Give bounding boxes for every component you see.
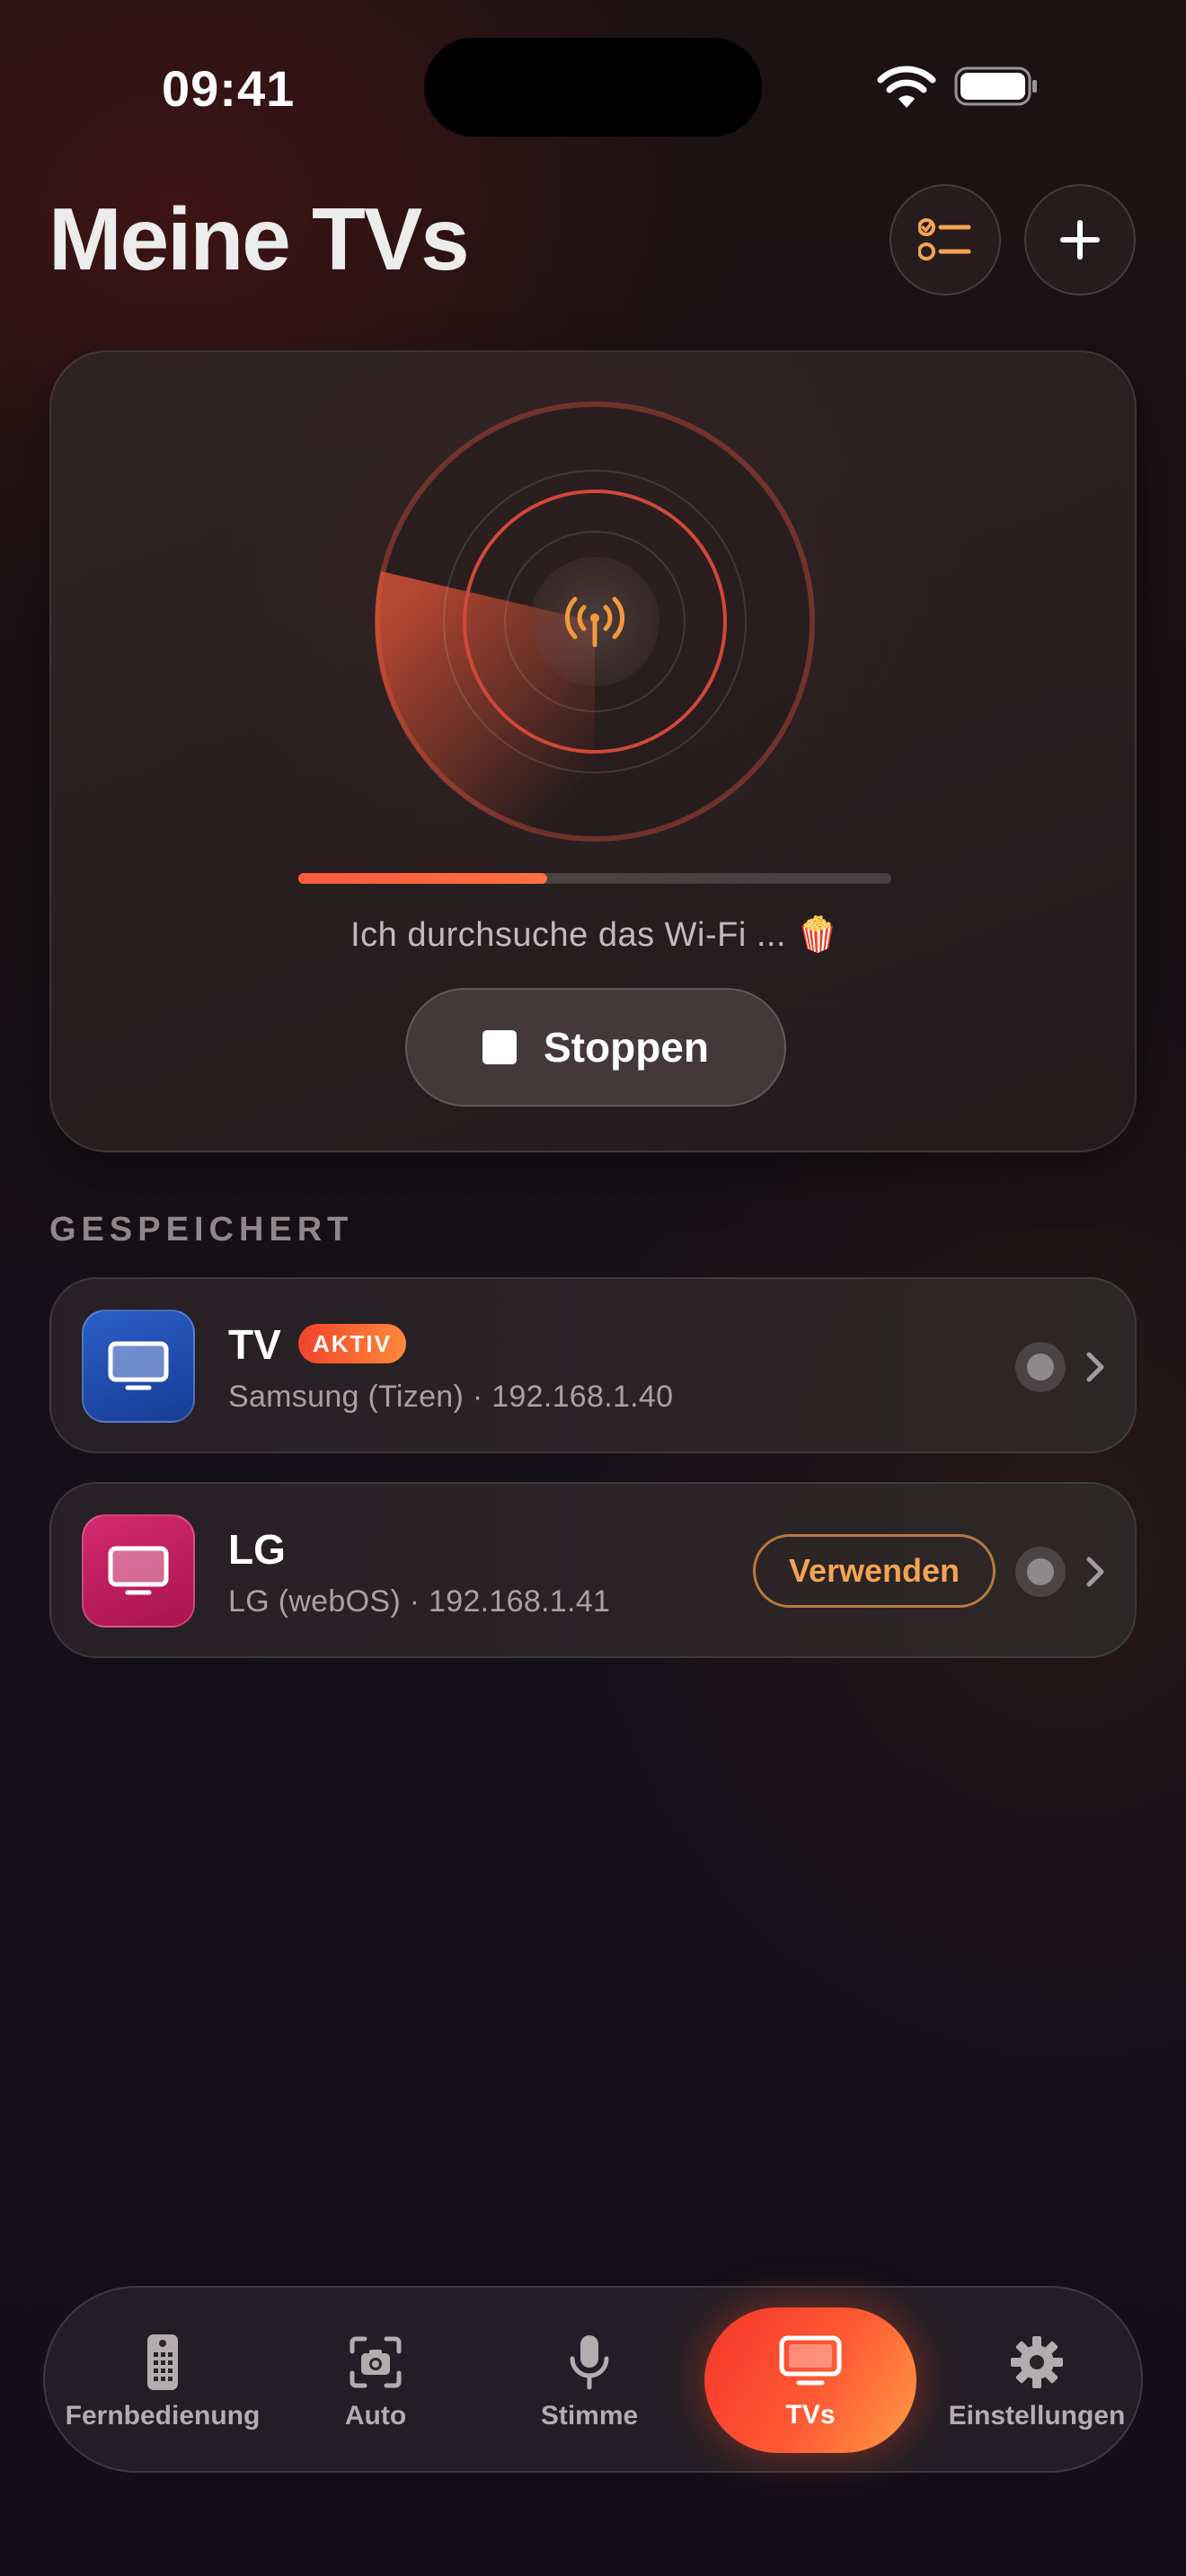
tv-tile: [82, 1310, 195, 1423]
scan-progress-fill: [298, 873, 548, 884]
checklist-icon: [918, 218, 971, 260]
tv-list-item[interactable]: LG LG (webOS) · 192.168.1.41 Verwenden: [49, 1482, 1137, 1658]
remote-icon: [147, 2334, 178, 2390]
tab-label: TVs: [785, 2400, 836, 2430]
tab-remote[interactable]: Fernbedienung: [56, 2288, 270, 2475]
scan-status-text: Ich durchsuche das Wi-Fi ... 🍿: [350, 916, 839, 954]
add-tv-button[interactable]: [1024, 184, 1136, 296]
tv-meta: Samsung (Tizen) · 192.168.1.40: [228, 1380, 674, 1414]
wifi-icon: [877, 66, 936, 108]
tv-list-item[interactable]: TV AKTIV Samsung (Tizen) · 192.168.1.40: [49, 1277, 1137, 1453]
tab-tvs[interactable]: TVs: [704, 2307, 916, 2453]
page-title: Meine TVs: [49, 190, 470, 288]
battery-icon: [954, 66, 1037, 106]
tv-icon: [108, 1546, 169, 1595]
tab-bar: Fernbedienung Auto Stimme TVs Einstellun…: [43, 2286, 1143, 2473]
tab-label: Auto: [344, 2401, 407, 2430]
gear-icon: [1011, 2336, 1063, 2388]
use-tv-button[interactable]: Verwenden: [753, 1534, 996, 1608]
select-radio[interactable]: [1015, 1547, 1066, 1597]
stop-label: Stoppen: [544, 1024, 709, 1071]
plus-icon: [1060, 220, 1100, 260]
camera-scan-icon: [350, 2336, 402, 2388]
tab-label: Fernbedienung: [65, 2401, 261, 2430]
scan-progress-bar: [298, 873, 891, 884]
chevron-right-icon: [1086, 1557, 1104, 1587]
microphone-icon: [570, 2335, 609, 2390]
dynamic-island: [424, 38, 762, 137]
chevron-right-icon: [1086, 1352, 1104, 1382]
tab-settings[interactable]: Einstellungen: [933, 2288, 1141, 2475]
tv-tile: [82, 1514, 195, 1628]
tab-voice[interactable]: Stimme: [512, 2288, 667, 2475]
tv-icon: [108, 1341, 169, 1390]
stop-icon: [482, 1030, 517, 1064]
scan-card: Ich durchsuche das Wi-Fi ... 🍿 Stoppen: [49, 350, 1137, 1152]
tv-name: LG: [228, 1526, 286, 1573]
tab-label: Einstellungen: [948, 2401, 1126, 2430]
tv-meta: LG (webOS) · 192.168.1.41: [228, 1584, 611, 1619]
active-badge: AKTIV: [298, 1324, 406, 1363]
section-label-saved: GESPEICHERT: [49, 1211, 354, 1248]
radar-animation: [375, 401, 815, 842]
status-time: 09:41: [162, 60, 296, 117]
select-radio[interactable]: [1015, 1342, 1066, 1392]
tab-auto[interactable]: Auto: [298, 2288, 453, 2475]
checklist-button[interactable]: [890, 184, 1001, 296]
tv-icon: [779, 2335, 842, 2386]
tv-name: TV: [228, 1321, 281, 1368]
tab-label: Stimme: [540, 2401, 639, 2430]
stop-scan-button[interactable]: Stoppen: [405, 988, 786, 1107]
